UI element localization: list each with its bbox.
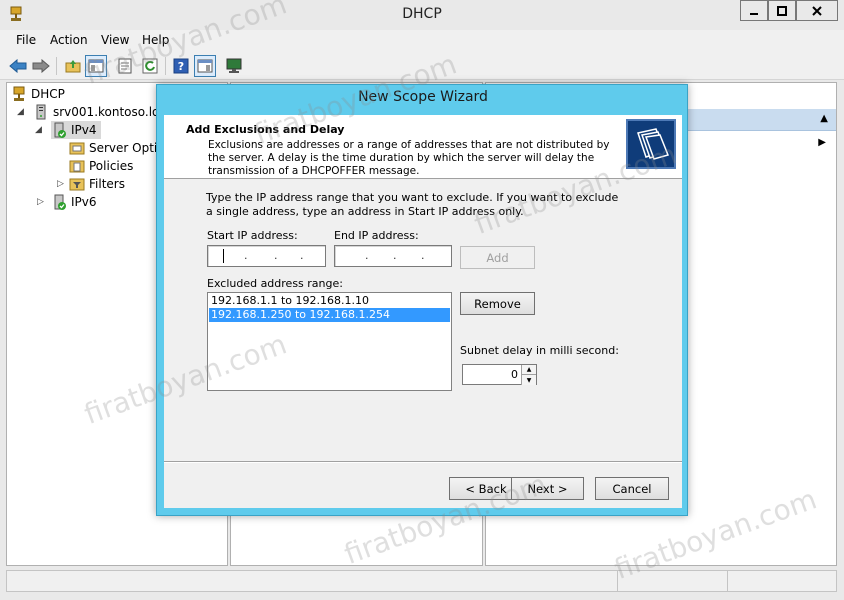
server-options-icon xyxy=(69,140,85,156)
properties-button[interactable] xyxy=(114,55,136,77)
show-hide-tree-button[interactable] xyxy=(85,55,107,77)
forward-button[interactable] xyxy=(30,55,52,77)
status-cell xyxy=(727,571,728,591)
ip-dot: . xyxy=(393,249,397,262)
end-ip-label: End IP address: xyxy=(334,229,419,242)
list-item-selected[interactable]: 192.168.1.250 to 192.168.1.254 xyxy=(209,308,450,322)
tree-label: IPv6 xyxy=(71,195,97,209)
tree-label: Filters xyxy=(89,177,125,191)
menu-file[interactable]: File xyxy=(16,33,36,47)
back-arrow-icon xyxy=(9,59,27,73)
policies-icon xyxy=(69,158,85,174)
page-description: Exclusions are addresses or a range of a… xyxy=(208,139,610,177)
monitor-icon xyxy=(226,58,242,73)
new-scope-wizard-dialog: New Scope Wizard Add Exclusions and Dela… xyxy=(156,84,688,516)
maximize-icon xyxy=(777,5,787,16)
wizard-header: Add Exclusions and Delay Exclusions are … xyxy=(164,115,682,179)
start-ip-label: Start IP address: xyxy=(207,229,298,242)
monitor-button[interactable] xyxy=(223,55,245,77)
tree-item-ipv6[interactable]: IPv6 xyxy=(51,193,97,211)
toolbar: ? xyxy=(0,52,844,80)
start-ip-input[interactable]: . . . xyxy=(207,245,326,267)
close-button[interactable] xyxy=(796,0,838,21)
ipv6-icon xyxy=(51,194,67,210)
action-pane-button[interactable] xyxy=(194,55,216,77)
spin-up-icon[interactable]: ▲ xyxy=(521,365,536,375)
refresh-button[interactable] xyxy=(139,55,161,77)
end-ip-input[interactable]: . . . xyxy=(334,245,452,267)
toolbar-separator xyxy=(56,57,57,75)
expand-icon[interactable]: ▷ xyxy=(37,197,44,207)
add-button[interactable]: Add xyxy=(460,246,535,269)
close-icon xyxy=(812,5,822,16)
ip-dot: . xyxy=(274,249,278,262)
forward-arrow-icon xyxy=(32,59,50,73)
collapse-icon[interactable]: ◢ xyxy=(17,107,24,117)
refresh-icon xyxy=(142,58,158,74)
help-icon: ? xyxy=(173,58,189,74)
back-button[interactable] xyxy=(7,55,29,77)
subnet-delay-label: Subnet delay in milli second: xyxy=(460,344,619,357)
text-caret xyxy=(223,249,224,263)
subnet-delay-value: 0 xyxy=(511,368,518,381)
help-button[interactable]: ? xyxy=(170,55,192,77)
excluded-range-label: Excluded address range: xyxy=(207,277,343,290)
tree-label: IPv4 xyxy=(71,123,97,137)
menu-help[interactable]: Help xyxy=(142,33,169,47)
collapse-up-icon[interactable]: ▲ xyxy=(820,113,828,124)
window-title: DHCP xyxy=(402,6,442,22)
server-icon xyxy=(33,104,49,120)
properties-icon xyxy=(118,58,132,74)
minimize-icon xyxy=(750,12,758,15)
expand-icon[interactable]: ▷ xyxy=(57,179,64,189)
excluded-range-list[interactable]: 192.168.1.1 to 192.168.1.10 192.168.1.25… xyxy=(207,292,452,391)
toolbar-separator xyxy=(165,57,166,75)
ip-dot: . xyxy=(421,249,425,262)
tree-label: Policies xyxy=(89,159,134,173)
up-folder-icon xyxy=(65,60,81,73)
page-title: Add Exclusions and Delay xyxy=(186,123,345,136)
tree-item-server[interactable]: srv001.kontoso.loca xyxy=(33,103,173,121)
list-item[interactable]: 192.168.1.1 to 192.168.1.10 xyxy=(209,294,450,308)
ip-dot: . xyxy=(300,249,304,262)
status-bar xyxy=(6,570,837,592)
action-pane-icon xyxy=(197,59,213,73)
cancel-button[interactable]: Cancel xyxy=(595,477,669,500)
menu-action[interactable]: Action xyxy=(50,33,88,47)
ip-dot: . xyxy=(365,249,369,262)
tree-item-filters[interactable]: Filters xyxy=(69,175,125,193)
wizard-body: Add Exclusions and Delay Exclusions are … xyxy=(164,115,682,508)
wizard-pages-icon xyxy=(626,119,676,169)
instruction-text: Type the IP address range that you want … xyxy=(206,191,619,218)
svg-text:?: ? xyxy=(178,60,184,73)
menu-view[interactable]: View xyxy=(101,33,129,47)
menu-bar: File Action View Help xyxy=(0,30,844,52)
status-cell xyxy=(617,571,618,591)
next-button[interactable]: Next > xyxy=(511,477,584,500)
show-hide-tree-icon xyxy=(88,59,104,73)
more-actions-arrow-icon[interactable]: ▶ xyxy=(818,137,826,148)
ip-dot: . xyxy=(244,249,248,262)
filters-icon xyxy=(69,176,85,192)
button-separator xyxy=(164,461,682,463)
tree-item-dhcp[interactable]: DHCP xyxy=(11,85,65,103)
tree-label: DHCP xyxy=(31,87,65,101)
up-one-level-button[interactable] xyxy=(62,55,84,77)
dialog-title: New Scope Wizard xyxy=(358,89,488,105)
tree-item-policies[interactable]: Policies xyxy=(69,157,133,175)
spin-down-icon[interactable]: ▼ xyxy=(521,375,536,385)
ipv4-icon xyxy=(51,122,67,138)
remove-button[interactable]: Remove xyxy=(460,292,535,315)
subnet-delay-spinner[interactable]: 0 ▲ ▼ xyxy=(462,364,537,385)
tree-item-ipv4[interactable]: IPv4 xyxy=(51,121,101,139)
collapse-icon[interactable]: ◢ xyxy=(35,125,42,135)
minimize-button[interactable] xyxy=(740,0,768,21)
title-bar: DHCP xyxy=(0,0,844,30)
maximize-button[interactable] xyxy=(768,0,796,21)
dhcp-icon xyxy=(11,86,27,102)
